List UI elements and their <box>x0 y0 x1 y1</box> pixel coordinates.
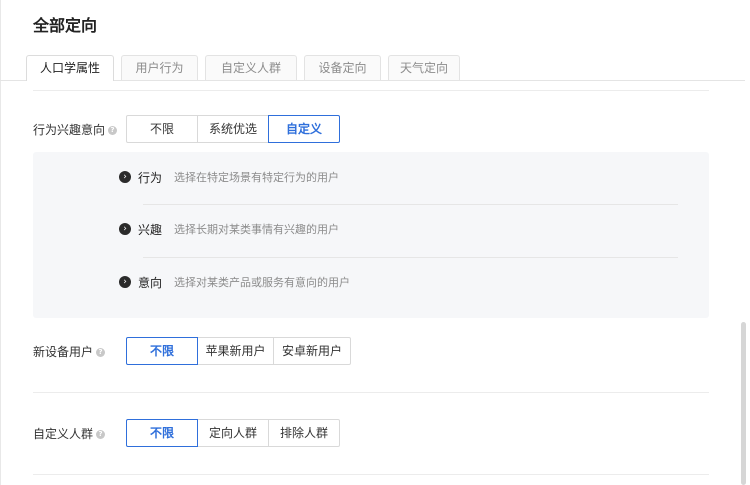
option-title: 行为 <box>138 170 163 185</box>
new-device-option-apple[interactable]: 苹果新用户 <box>197 337 274 365</box>
section-divider <box>33 90 709 91</box>
option-desc: 选择在特定场景有特定行为的用户 <box>174 171 340 184</box>
tab-weather-targeting[interactable]: 天气定向 <box>388 55 460 80</box>
new-device-option-android[interactable]: 安卓新用户 <box>273 337 351 365</box>
chevron-right-circle-icon: › <box>119 223 131 235</box>
section-divider <box>33 474 709 475</box>
custom-audience-label: 自定义人群 ? <box>33 426 106 442</box>
chevron-right-circle-icon: › <box>119 171 131 183</box>
page-title: 全部定向 <box>33 16 98 35</box>
custom-audience-selector: 不限 定向人群 排除人群 <box>126 419 340 447</box>
tab-custom-audience[interactable]: 自定义人群 <box>205 55 297 80</box>
tab-device-targeting[interactable]: 设备定向 <box>304 55 381 80</box>
question-circle-icon[interactable]: ? <box>96 347 106 357</box>
behavior-interest-option-unlimited[interactable]: 不限 <box>126 115 198 143</box>
custom-audience-label-text: 自定义人群 <box>33 427 94 441</box>
left-border <box>0 0 1 485</box>
new-device-user-label: 新设备用户 ? <box>33 344 106 360</box>
custom-audience-option-exclude[interactable]: 排除人群 <box>268 419 340 447</box>
new-device-option-unlimited[interactable]: 不限 <box>126 337 198 365</box>
behavior-interest-option-system[interactable]: 系统优选 <box>197 115 269 143</box>
behavior-interest-label: 行为兴趣意向 ? <box>33 122 118 138</box>
option-separator <box>143 257 678 258</box>
option-title: 意向 <box>138 275 163 290</box>
behavior-interest-selector: 不限 系统优选 自定义 <box>126 115 340 143</box>
new-device-user-label-text: 新设备用户 <box>33 345 94 359</box>
custom-option-behavior[interactable]: › 行为 选择在特定场景有特定行为的用户 <box>119 169 339 185</box>
option-title: 兴趣 <box>138 222 163 237</box>
custom-audience-option-unlimited[interactable]: 不限 <box>126 419 198 447</box>
question-circle-icon[interactable]: ? <box>108 125 118 135</box>
section-divider <box>33 392 709 393</box>
custom-option-interest[interactable]: › 兴趣 选择长期对某类事情有兴趣的用户 <box>119 221 339 237</box>
custom-options-panel: › 行为 选择在特定场景有特定行为的用户 › 兴趣 选择长期对某类事情有兴趣的用… <box>33 152 709 318</box>
option-desc: 选择对某类产品或服务有意向的用户 <box>174 276 351 289</box>
tab-user-behavior[interactable]: 用户行为 <box>121 55 198 80</box>
behavior-interest-label-text: 行为兴趣意向 <box>33 123 106 137</box>
new-device-user-selector: 不限 苹果新用户 安卓新用户 <box>126 337 351 365</box>
behavior-interest-option-custom[interactable]: 自定义 <box>268 115 340 143</box>
vertical-scrollbar[interactable] <box>741 322 746 485</box>
option-separator <box>143 204 678 205</box>
custom-option-intent[interactable]: › 意向 选择对某类产品或服务有意向的用户 <box>119 274 350 290</box>
chevron-right-circle-icon: › <box>119 276 131 288</box>
option-desc: 选择长期对某类事情有兴趣的用户 <box>174 223 340 236</box>
custom-audience-option-target[interactable]: 定向人群 <box>197 419 269 447</box>
tab-demographics[interactable]: 人口学属性 <box>26 55 114 81</box>
question-circle-icon[interactable]: ? <box>96 429 106 439</box>
